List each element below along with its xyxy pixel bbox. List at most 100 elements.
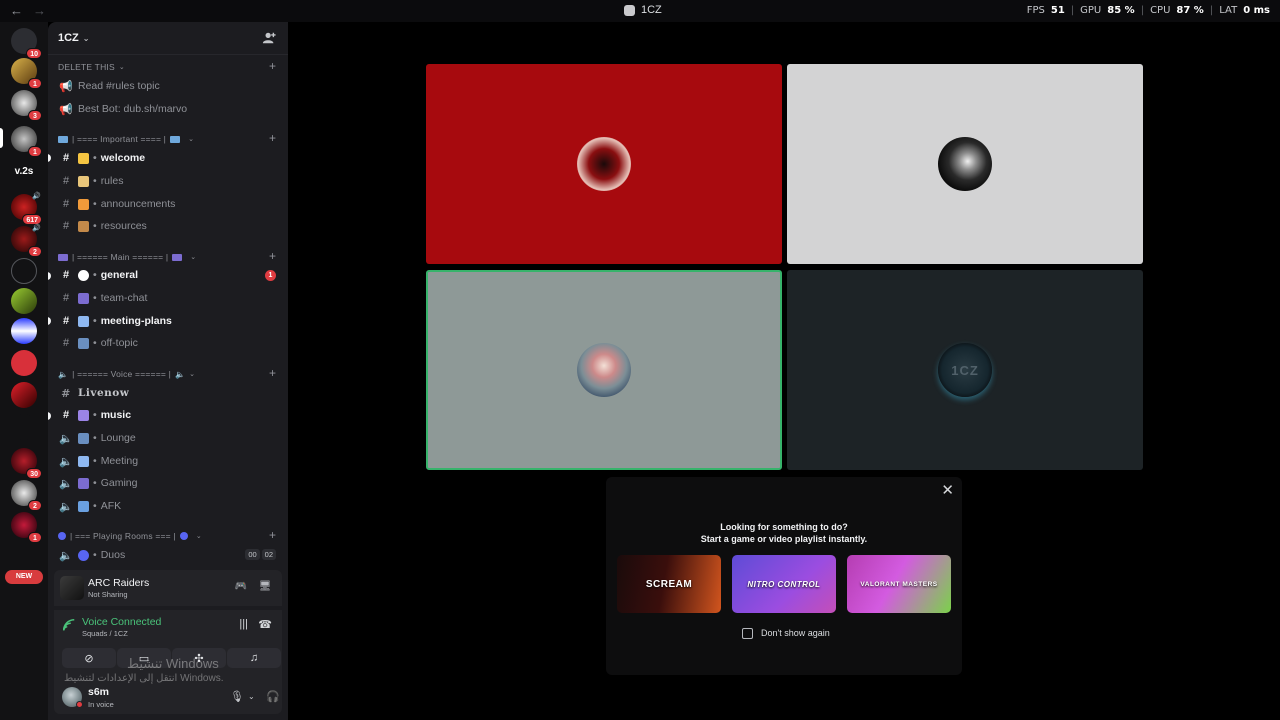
activity-card-valorant-masters[interactable]: VALORANT MASTERS bbox=[847, 555, 951, 613]
activity-card-nitro-control[interactable]: NITRO CONTROL bbox=[732, 555, 836, 613]
channel-label: Livenow bbox=[78, 387, 130, 399]
speaker-icon: 🔊 bbox=[32, 225, 41, 232]
dont-show-again-label[interactable]: Don't show again bbox=[761, 628, 830, 638]
invite-member-icon[interactable] bbox=[262, 31, 276, 45]
microphone-icon[interactable]: 🎙 bbox=[230, 690, 244, 703]
activity-card-scream[interactable]: SCREAM bbox=[617, 555, 721, 613]
controller-icon[interactable]: 🎮 bbox=[234, 581, 248, 593]
text-channel-hash-icon: # bbox=[62, 269, 70, 281]
server-badge: 1 bbox=[28, 146, 42, 157]
voice-channel-gaming[interactable]: 🔈 • Gaming bbox=[58, 473, 278, 493]
channel-announcements[interactable]: # • announcements bbox=[58, 194, 278, 214]
forward-arrow-icon[interactable]: → bbox=[33, 3, 46, 18]
window-title: 1CZ bbox=[624, 4, 662, 16]
server-icon[interactable]: 🔊 2 bbox=[11, 225, 42, 257]
text-channel-hash-icon: # bbox=[62, 337, 70, 349]
channel-label: team-chat bbox=[100, 292, 148, 304]
server-icon-v2s[interactable]: v.2s bbox=[8, 166, 40, 177]
category-playing-rooms[interactable]: | === Playing Rooms === | ⌄ bbox=[58, 529, 278, 543]
channel-resources[interactable]: # • resources bbox=[58, 216, 278, 236]
server-icon[interactable]: 30 bbox=[11, 448, 42, 479]
dont-show-again-checkbox[interactable] bbox=[742, 628, 753, 639]
speaker-icon: 🔈 bbox=[58, 369, 69, 379]
voice-channel-meeting[interactable]: 🔈 • Meeting bbox=[58, 451, 278, 471]
direct-messages-button[interactable]: 10 bbox=[11, 28, 42, 59]
server-icon[interactable]: 🔊 617 bbox=[11, 193, 42, 225]
participant-tile[interactable]: 1CZ bbox=[787, 270, 1143, 470]
participant-tile[interactable] bbox=[426, 64, 782, 264]
voice-stage: 1CZ ✕ Looking for something to do? Start… bbox=[288, 22, 1280, 720]
voice-location[interactable]: Squads / 1CZ bbox=[82, 629, 128, 638]
calendar-emoji-icon bbox=[78, 315, 89, 327]
emoji-icon bbox=[78, 432, 89, 444]
title-bar: ← → 1CZ FPS 51 | GPU 85 % | CPU 87 % | L… bbox=[0, 0, 1280, 22]
add-channel-icon[interactable]: + bbox=[269, 249, 276, 263]
channel-label: Best Bot: dub.sh/marvo bbox=[78, 103, 188, 115]
speaker-icon: 🔈 bbox=[59, 455, 73, 468]
server-icon[interactable] bbox=[11, 382, 37, 408]
channel-meeting-plans[interactable]: # • meeting-plans bbox=[58, 311, 278, 331]
server-icon[interactable] bbox=[11, 414, 37, 440]
popup-subheading: Start a game or video playlist instantly… bbox=[700, 534, 868, 544]
fps-value: 51 bbox=[1050, 5, 1065, 16]
channel-label: welcome bbox=[100, 152, 146, 164]
noise-suppression-icon[interactable]: ||| bbox=[239, 618, 248, 630]
category-delete-this[interactable]: DELETE THIS ⌄ bbox=[58, 60, 278, 74]
server-icon[interactable]: 2 bbox=[11, 480, 42, 511]
channel-label: Lounge bbox=[100, 432, 136, 444]
server-icon[interactable] bbox=[11, 350, 37, 376]
category-main[interactable]: | ====== Main ====== | ⌄ bbox=[58, 250, 278, 264]
voice-status[interactable]: Voice Connected bbox=[82, 616, 161, 628]
add-channel-icon[interactable]: + bbox=[269, 528, 276, 542]
server-icon[interactable]: 1 bbox=[11, 512, 42, 543]
new-unreads-pill[interactable]: NEW bbox=[5, 570, 43, 584]
category-important[interactable]: | ==== Important ==== | ⌄ bbox=[58, 132, 278, 146]
headphones-icon[interactable]: 🎧 bbox=[266, 690, 280, 703]
channel-read-rules[interactable]: 📢 Read #rules topic bbox=[58, 76, 278, 96]
channel-off-topic[interactable]: # • off-topic bbox=[58, 333, 278, 353]
server-icon[interactable] bbox=[11, 288, 37, 314]
channel-label: Duos bbox=[100, 549, 126, 561]
voice-channel-lounge[interactable]: 🔈 • Lounge bbox=[58, 428, 278, 448]
connection-signal-icon[interactable] bbox=[62, 618, 76, 632]
participant-tile-speaking[interactable] bbox=[426, 270, 782, 470]
participant-tile[interactable] bbox=[787, 64, 1143, 264]
camera-toggle-button[interactable]: ⊘ bbox=[62, 648, 116, 668]
soundboard-button[interactable]: ♫ bbox=[227, 648, 281, 668]
server-icon[interactable] bbox=[11, 258, 37, 284]
speaker-icon: 🔈 bbox=[59, 500, 73, 513]
add-channel-icon[interactable]: + bbox=[269, 59, 276, 73]
server-icon[interactable]: 1 bbox=[11, 58, 42, 89]
channel-livenow[interactable]: # Livenow bbox=[58, 383, 278, 403]
back-arrow-icon[interactable]: ← bbox=[10, 3, 23, 18]
server-icon-active[interactable]: 1 bbox=[11, 126, 42, 157]
server-badge: 3 bbox=[28, 110, 42, 121]
server-icon[interactable]: 3 bbox=[11, 90, 42, 121]
gpu-label: GPU bbox=[1080, 5, 1102, 16]
channel-team-chat[interactable]: # • team-chat bbox=[58, 288, 278, 308]
server-header[interactable]: 1CZ ⌄ bbox=[58, 32, 89, 44]
channel-best-bot[interactable]: 📢 Best Bot: dub.sh/marvo bbox=[58, 99, 278, 119]
category-label: | ====== Main ====== | bbox=[72, 252, 169, 262]
text-channel-hash-icon: # bbox=[62, 315, 70, 327]
dm-unread-badge: 10 bbox=[26, 48, 42, 59]
category-voice[interactable]: 🔈 | ====== Voice ====== | 🔈 ⌄ bbox=[58, 367, 278, 381]
username[interactable]: s6m bbox=[88, 686, 109, 698]
channel-rules[interactable]: # • rules bbox=[58, 171, 278, 191]
add-channel-icon[interactable]: + bbox=[269, 131, 276, 145]
channel-general[interactable]: # • general bbox=[58, 265, 278, 285]
server-icon[interactable] bbox=[11, 318, 37, 344]
close-icon[interactable]: ✕ bbox=[941, 481, 954, 499]
channel-label: meeting-plans bbox=[100, 315, 172, 327]
screen-share-icon[interactable]: 🖥 bbox=[258, 581, 272, 593]
chevron-down-icon[interactable]: ⌄ bbox=[248, 692, 255, 701]
text-channel-hash-icon: # bbox=[62, 152, 70, 164]
add-channel-icon[interactable]: + bbox=[269, 366, 276, 380]
chevron-down-icon: ⌄ bbox=[188, 136, 195, 143]
disconnect-call-icon[interactable]: ☎ bbox=[258, 618, 272, 631]
speaker-icon: 🔊 bbox=[32, 193, 41, 200]
voice-channel-afk[interactable]: 🔈 • AFK bbox=[58, 496, 278, 516]
channel-music[interactable]: # • music bbox=[58, 405, 278, 425]
soundboard-icon: ♫ bbox=[249, 652, 259, 664]
channel-welcome[interactable]: # • welcome bbox=[58, 148, 278, 168]
